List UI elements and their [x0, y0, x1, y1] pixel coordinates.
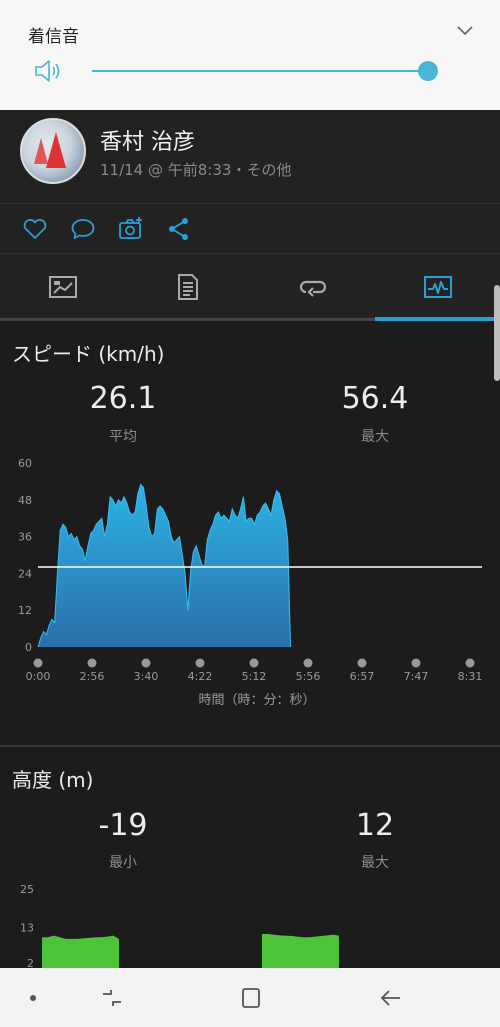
heart-icon[interactable] [22, 216, 48, 242]
recents-icon[interactable] [97, 985, 127, 1011]
comment-icon[interactable] [70, 216, 96, 242]
speed-x-tick: 5:56 [296, 670, 321, 683]
tab-details[interactable] [125, 254, 250, 320]
speed-avg-label: 平均 [109, 429, 137, 445]
speed-y-tick: 60 [18, 457, 32, 470]
home-icon[interactable] [236, 985, 266, 1011]
speaker-icon[interactable] [34, 58, 64, 84]
speed-x-tick: 0:00 [26, 670, 51, 683]
speed-x-tick: 6:57 [350, 670, 375, 683]
elevation-min-value: -19 [98, 808, 148, 843]
speed-x-tick-marker[interactable] [303, 658, 313, 668]
speed-x-tick-marker[interactable] [141, 658, 151, 668]
speed-x-axis-caption: 時間（時：分：秒） [198, 693, 315, 708]
elevation-y-tick: 13 [20, 922, 34, 935]
scrollbar-handle[interactable] [494, 285, 500, 381]
back-icon[interactable] [376, 985, 406, 1011]
tab-active-indicator [375, 317, 500, 321]
speed-y-tick: 24 [18, 567, 32, 580]
speed-x-tick-marker[interactable] [195, 658, 205, 668]
elevation-title: 高度 (m) [12, 768, 94, 792]
add-photo-icon[interactable] [118, 216, 144, 242]
user-name[interactable]: 香村 治彦 [100, 124, 195, 156]
speed-x-tick-marker[interactable] [87, 658, 97, 668]
speed-x-tick: 3:40 [134, 670, 159, 683]
elevation-max-label: 最大 [361, 855, 389, 871]
tab-laps[interactable] [250, 254, 375, 320]
speed-y-tick: 36 [18, 531, 32, 544]
elevation-max-value: 12 [355, 808, 395, 843]
elevation-y-tick: 25 [20, 883, 34, 896]
summary-tab-icon [49, 276, 77, 298]
tab-summary[interactable] [0, 254, 125, 320]
avatar[interactable] [20, 118, 86, 184]
speed-max-value: 56.4 [341, 381, 409, 416]
speed-x-tick: 8:31 [458, 670, 483, 683]
details-tab-icon [178, 274, 198, 300]
section-divider [0, 745, 500, 747]
nav-dot-icon[interactable] [18, 985, 48, 1011]
chevron-down-icon[interactable] [454, 20, 476, 42]
volume-slider-thumb[interactable] [418, 61, 438, 81]
speed-avg-value: 26.1 [89, 381, 157, 416]
activity-meta: 11/14 @ 午前8:33・その他 [100, 161, 292, 179]
volume-slider-track[interactable] [92, 70, 428, 72]
volume-title: 着信音 [28, 27, 79, 47]
speed-max-label: 最大 [361, 429, 389, 445]
speed-x-tick: 4:22 [188, 670, 213, 683]
speed-x-tick-marker[interactable] [249, 658, 259, 668]
speed-x-tick-marker[interactable] [33, 658, 43, 668]
speed-x-tick: 7:47 [404, 670, 429, 683]
speed-x-tick: 2:56 [80, 670, 105, 683]
volume-panel: 着信音 [0, 0, 500, 110]
avatar-sail-image-2 [34, 138, 48, 164]
avatar-sail-image [46, 132, 66, 168]
tab-charts[interactable] [375, 254, 500, 320]
laps-tab-icon [299, 280, 327, 297]
speed-y-tick: 12 [18, 604, 32, 617]
speed-x-tick-marker[interactable] [357, 658, 367, 668]
speed-title: スピード (km/h) [12, 342, 165, 366]
speed-chart[interactable]: 60 48 36 24 12 0 0:00 2:56 3:40 4:22 5:12 5:56 6:57 7… [0, 450, 500, 720]
screen: 着信音 香村 治彦 11/14 @ 午前8:33・その他 スピード (km/h)… [0, 0, 500, 1027]
speed-area [37, 483, 292, 648]
speed-x-tick-marker[interactable] [465, 658, 475, 668]
speed-y-tick: 0 [25, 641, 32, 654]
elevation-area-segment [262, 934, 339, 968]
elevation-y-tick: 2 [27, 957, 34, 968]
share-icon[interactable] [166, 216, 192, 242]
elevation-min-label: 最小 [109, 855, 137, 871]
charts-tab-icon [424, 276, 452, 298]
speed-x-tick-marker[interactable] [411, 658, 421, 668]
speed-x-tick: 5:12 [242, 670, 267, 683]
elevation-chart[interactable]: 25 13 2 [0, 878, 500, 968]
elevation-area-segment [42, 935, 119, 968]
speed-y-tick: 48 [18, 494, 32, 507]
